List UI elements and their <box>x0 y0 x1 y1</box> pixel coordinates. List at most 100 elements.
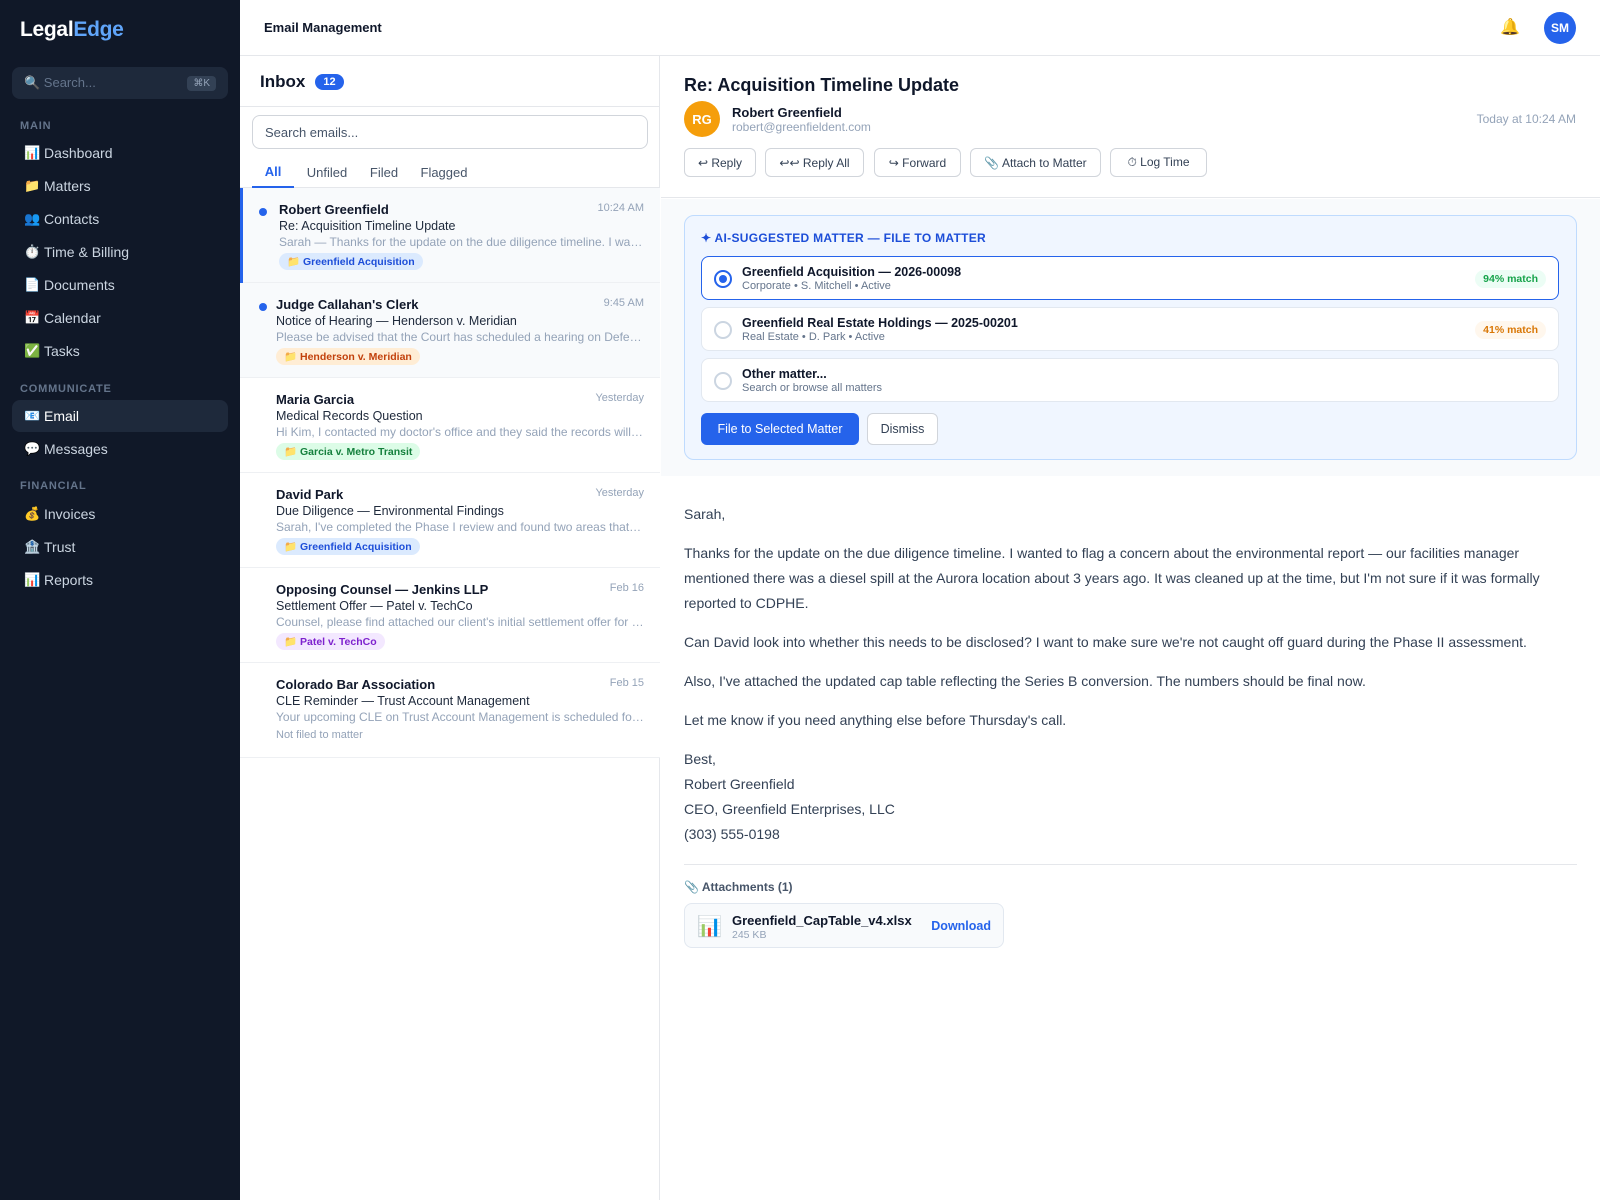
email-list-item[interactable]: Colorado Bar Association Feb 15 CLE Remi… <box>240 663 660 758</box>
email-subject: CLE Reminder — Trust Account Management <box>276 694 530 708</box>
download-link[interactable]: Download <box>931 919 991 933</box>
email-list-item[interactable]: Maria Garcia Yesterday Medical Records Q… <box>240 378 660 473</box>
sidebar-item-label: Reports <box>44 572 94 588</box>
email-list-item[interactable]: David Park Yesterday Due Diligence — Env… <box>240 473 660 568</box>
divider <box>684 864 1577 865</box>
email-received-time: Today at 10:24 AM <box>1476 112 1576 126</box>
email-sender: Opposing Counsel — Jenkins LLP <box>276 582 489 597</box>
sidebar-item-email[interactable]: 📧 Email <box>12 400 228 432</box>
section-label-main: MAIN <box>20 120 52 132</box>
tab-flagged[interactable]: Flagged <box>416 156 472 188</box>
sidebar-search[interactable]: 🔍 Search... ⌘K <box>12 67 228 99</box>
folder-icon: 📁 <box>24 178 41 193</box>
email-list-item[interactable]: Judge Callahan's Clerk 9:45 AM Notice of… <box>240 283 660 378</box>
app-logo[interactable]: LegalEdge <box>20 18 124 42</box>
radio-unselected[interactable] <box>714 372 732 390</box>
forward-button[interactable]: ↪ Forward <box>874 148 961 177</box>
money-bag-icon: 💰 <box>24 506 41 521</box>
ai-suggestion-title: ✦ AI-SUGGESTED MATTER — FILE TO MATTER <box>701 231 987 245</box>
radio-selected[interactable] <box>714 270 732 288</box>
sidebar-item-trust[interactable]: 🏦 Trust <box>12 531 228 563</box>
people-icon: 👥 <box>24 211 41 226</box>
page-title: Email Management <box>264 20 382 35</box>
matter-option[interactable]: Greenfield Acquisition — 2026-00098 Corp… <box>701 256 1559 300</box>
email-subject: Due Diligence — Environmental Findings <box>276 504 504 518</box>
matter-option-name: Other matter... <box>742 367 827 381</box>
sidebar-item-label: Time & Billing <box>44 244 130 260</box>
logo-text-edge: Edge <box>73 18 124 41</box>
email-preview: Counsel, please find attached our client… <box>276 615 644 629</box>
checkmark-icon: ✅ <box>24 343 41 358</box>
sidebar-item-label: Contacts <box>44 211 100 227</box>
tab-unfiled[interactable]: Unfiled <box>302 156 352 188</box>
sidebar-item-label: Email <box>44 408 80 424</box>
matter-tag[interactable]: 📁 Greenfield Acquisition <box>276 538 420 555</box>
email-list-item[interactable]: Opposing Counsel — Jenkins LLP Feb 16 Se… <box>240 568 660 663</box>
email-icon: 📧 <box>24 408 41 423</box>
sidebar: LegalEdge 🔍 Search... ⌘K MAIN 📊 Dashboard… <box>0 0 240 1200</box>
matter-tag[interactable]: 📁 Garcia v. Metro Transit <box>276 443 421 460</box>
sidebar-item-contacts[interactable]: 👥 Contacts <box>12 203 228 235</box>
matter-option[interactable]: Other matter... Search or browse all mat… <box>701 358 1559 402</box>
attach-to-matter-button[interactable]: 📎 Attach to Matter <box>970 148 1101 177</box>
radio-unselected[interactable] <box>714 321 732 339</box>
chart-icon: 📊 <box>24 572 41 587</box>
ai-suggestion-section: ✦ AI-SUGGESTED MATTER — FILE TO MATTER G… <box>661 199 1600 476</box>
email-sender: Colorado Bar Association <box>276 677 436 692</box>
logo-text-legal: Legal <box>20 18 74 41</box>
inbox-count-badge: 12 <box>315 74 344 90</box>
attachment-size: 245 KB <box>732 929 767 941</box>
matter-tag[interactable]: 📁 Henderson v. Meridian <box>276 348 420 365</box>
email-preview: Sarah — Thanks for the update on the due… <box>279 235 644 249</box>
email-sender: Judge Callahan's Clerk <box>276 297 419 312</box>
sidebar-item-matters[interactable]: 📁 Matters <box>12 170 228 202</box>
tab-filed[interactable]: Filed <box>364 156 404 188</box>
email-sender: David Park <box>276 487 344 502</box>
email-time: Feb 15 <box>609 677 644 689</box>
chart-icon: 📊 <box>24 145 41 160</box>
reply-button[interactable]: ↩ Reply <box>684 148 756 177</box>
sidebar-item-invoices[interactable]: 💰 Invoices <box>12 498 228 530</box>
user-avatar[interactable]: SM <box>1544 12 1576 44</box>
matter-option-name: Greenfield Acquisition — 2026-00098 <box>742 265 962 279</box>
sidebar-item-calendar[interactable]: 📅 Calendar <box>12 302 228 334</box>
email-list-item[interactable]: Robert Greenfield 10:24 AM Re: Acquisiti… <box>240 188 660 283</box>
sidebar-item-reports[interactable]: 📊 Reports <box>12 564 228 596</box>
signature-line: (303) 555-0198 <box>684 826 780 842</box>
email-paragraph: Also, I've attached the updated cap tabl… <box>684 673 1366 689</box>
email-subject: Re: Acquisition Timeline Update <box>279 219 456 233</box>
matter-option[interactable]: Greenfield Real Estate Holdings — 2025-0… <box>701 307 1559 351</box>
divider <box>240 106 660 107</box>
dismiss-button[interactable]: Dismiss <box>867 413 938 445</box>
signature-line: Robert Greenfield <box>684 776 795 792</box>
file-to-matter-button[interactable]: File to Selected Matter <box>701 413 859 445</box>
email-preview: Your upcoming CLE on Trust Account Manag… <box>276 710 644 724</box>
sidebar-item-time-billing[interactable]: ⏱️ Time & Billing <box>12 236 228 268</box>
email-header: Re: Acquisition Timeline Update RG Rober… <box>661 56 1600 198</box>
attachment-card[interactable]: 📊 Greenfield_CapTable_v4.xlsx 245 KB Dow… <box>684 903 1004 948</box>
bell-icon[interactable]: 🔔 <box>1500 17 1520 37</box>
attachments-header: 📎 Attachments (1) <box>684 880 793 894</box>
match-score-badge: 94% match <box>1475 270 1546 288</box>
reply-all-button[interactable]: ↩↩ Reply All <box>765 148 864 177</box>
matter-tag[interactable]: 📁 Greenfield Acquisition <box>279 253 423 270</box>
email-paragraph: Thanks for the update on the due diligen… <box>684 545 1540 611</box>
speech-bubble-icon: 💬 <box>24 441 41 456</box>
matter-option-meta: Real Estate • D. Park • Active <box>742 331 885 343</box>
email-sender: Maria Garcia <box>276 392 355 407</box>
tab-all[interactable]: All <box>252 156 294 188</box>
sidebar-item-label: Trust <box>44 539 76 555</box>
sidebar-item-label: Messages <box>44 441 108 457</box>
sidebar-item-tasks[interactable]: ✅ Tasks <box>12 335 228 367</box>
log-time-button[interactable]: ⏱ Log Time <box>1110 148 1207 177</box>
sidebar-item-dashboard[interactable]: 📊 Dashboard <box>12 137 228 169</box>
email-time: Feb 16 <box>609 582 644 594</box>
email-search-input[interactable] <box>252 115 648 149</box>
sidebar-item-messages[interactable]: 💬 Messages <box>12 433 228 465</box>
email-list: Robert Greenfield 10:24 AM Re: Acquisiti… <box>240 188 660 758</box>
match-score-badge: 41% match <box>1475 321 1546 339</box>
sidebar-item-documents[interactable]: 📄 Documents <box>12 269 228 301</box>
matter-option-meta: Search or browse all matters <box>742 382 882 394</box>
matter-tag[interactable]: 📁 Patel v. TechCo <box>276 633 385 650</box>
filing-status: Not filed to matter <box>276 729 363 741</box>
